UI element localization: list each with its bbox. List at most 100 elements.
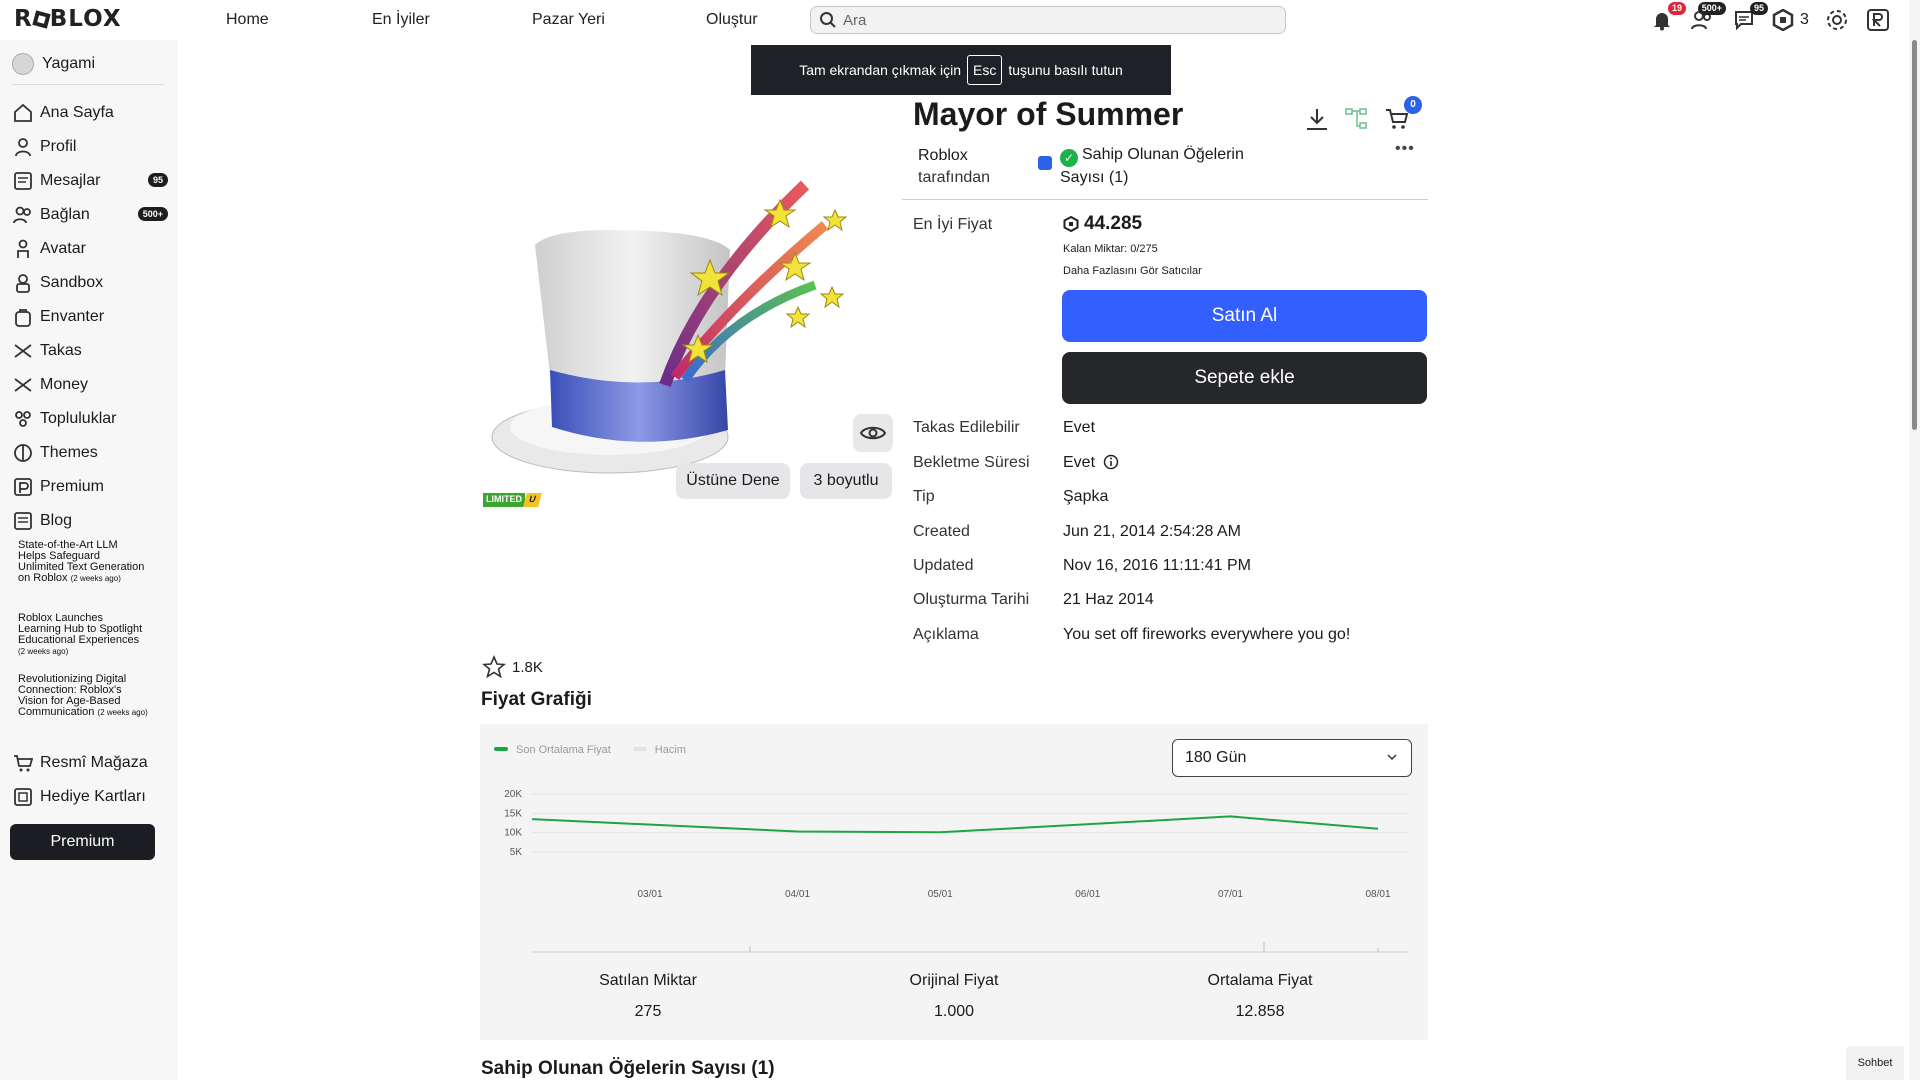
sidebar-item-label: Profil bbox=[40, 138, 77, 155]
hierarchy-icon bbox=[1345, 108, 1367, 129]
robux-button[interactable] bbox=[1769, 6, 1797, 34]
x-tick-label: 04/01 bbox=[785, 889, 810, 900]
item-description: You set off fireworks everywhere you go! bbox=[1063, 626, 1351, 643]
robux-icon bbox=[1063, 216, 1079, 232]
sidebar-item-blog[interactable]: Blog bbox=[12, 508, 162, 534]
blog-icon bbox=[14, 512, 32, 530]
sidebar-item-official-store[interactable]: Resmî Mağaza bbox=[12, 750, 162, 776]
messages-count-badge: 95 bbox=[147, 173, 168, 187]
creator-by: tarafından bbox=[918, 169, 991, 186]
detail-value: Evet bbox=[1063, 419, 1096, 436]
nav-marketplace[interactable]: Pazar Yeri bbox=[532, 11, 605, 29]
get-premium-button[interactable]: Premium bbox=[10, 824, 155, 860]
notifications-badge: 19 bbox=[1667, 2, 1686, 15]
profile-icon bbox=[15, 138, 31, 157]
sidebar-item-label: Topluluklar bbox=[40, 410, 117, 427]
y-tick-label: 15K bbox=[504, 808, 522, 819]
x-tick-label: 08/01 bbox=[1365, 889, 1390, 900]
series-line-avg-price bbox=[531, 815, 1379, 834]
cart-button[interactable]: 0 bbox=[1382, 96, 1422, 134]
sidebar-item-label: Money bbox=[40, 376, 89, 393]
scrollbar-thumb[interactable] bbox=[1912, 40, 1917, 430]
best-price-value: 44.285 bbox=[1084, 213, 1143, 234]
see-more-sellers-link[interactable]: Daha Fazlasını Gör Satıcılar bbox=[1063, 265, 1202, 277]
money-icon bbox=[14, 378, 32, 392]
sidebar-item-connect[interactable]: Bağlan 500+ bbox=[12, 202, 168, 228]
detail-value: Jun 21, 2014 2:54:28 AM bbox=[1063, 523, 1241, 540]
messages-button[interactable]: 95 bbox=[1730, 2, 1768, 34]
fullscreen-toast: Tam ekrandan çıkmak için Esc tuşunu bası… bbox=[751, 45, 1171, 95]
cart-count-badge: 0 bbox=[1404, 96, 1422, 114]
blog-post-link[interactable]: Revolutionizing Digital Connection: Robl… bbox=[18, 674, 148, 718]
avatar bbox=[12, 53, 34, 75]
sidebar-item-inventory[interactable]: Envanter bbox=[12, 304, 162, 330]
sidebar-item-premium[interactable]: Premium bbox=[12, 474, 162, 500]
sidebar-item-money[interactable]: Money bbox=[12, 372, 162, 398]
friends-badge: 500+ bbox=[1697, 2, 1726, 15]
user-profile-link[interactable]: Yagami bbox=[12, 53, 162, 75]
x-tick-label: 06/01 bbox=[1075, 889, 1100, 900]
average-price-value: 12.858 bbox=[1235, 1003, 1285, 1020]
favorite-button[interactable]: 1.8K bbox=[482, 655, 543, 679]
y-tick-label: 5K bbox=[510, 847, 523, 858]
try-on-button[interactable]: Üstüne Dene bbox=[676, 463, 790, 499]
detail-key: Created bbox=[913, 523, 970, 540]
sidebar-item-label: Themes bbox=[40, 444, 98, 461]
sidebar-item-profile[interactable]: Profil bbox=[12, 134, 162, 160]
gift-card-icon bbox=[14, 788, 32, 806]
sidebar-item-label: Bağlan bbox=[40, 206, 90, 223]
creator-info[interactable]: Roblox tarafından bbox=[918, 145, 990, 189]
chat-button[interactable]: Sohbet bbox=[1846, 1046, 1904, 1080]
sidebar-item-gift-cards[interactable]: Hediye Kartları bbox=[12, 784, 162, 810]
check-icon: ✓ bbox=[1060, 149, 1078, 167]
blog-post-link[interactable]: State-of-the-Art LLM Helps Safeguard Unl… bbox=[18, 540, 148, 584]
sidebar-item-trade[interactable]: Takas bbox=[12, 338, 162, 364]
sold-quantity-value: 275 bbox=[634, 1003, 662, 1020]
creator-name[interactable]: Roblox bbox=[918, 145, 990, 167]
sidebar-item-home[interactable]: Ana Sayfa bbox=[12, 100, 162, 126]
info-icon[interactable] bbox=[1103, 454, 1119, 470]
nav-create[interactable]: Oluştur bbox=[706, 11, 758, 29]
messages-icon bbox=[14, 172, 32, 190]
buy-button[interactable]: Satın Al bbox=[1062, 290, 1427, 342]
sidebar-item-themes[interactable]: Themes bbox=[12, 440, 162, 466]
search-bar[interactable] bbox=[810, 6, 1286, 34]
friends-button[interactable]: 500+ bbox=[1688, 2, 1726, 34]
sidebar-item-label: Hediye Kartları bbox=[40, 788, 146, 805]
top-nav-bar: R BLOX Home En İyiler Pazar Yeri Oluştur … bbox=[0, 0, 1920, 40]
nav-charts[interactable]: En İyiler bbox=[372, 11, 430, 29]
nav-home[interactable]: Home bbox=[226, 11, 269, 29]
sidebar-item-avatar[interactable]: Avatar bbox=[12, 236, 162, 262]
best-price-label: En İyi Fiyat bbox=[913, 216, 993, 233]
limited-u-badge: LIMITED U bbox=[483, 493, 542, 507]
connections-count-badge: 500+ bbox=[137, 207, 168, 221]
sidebar-item-sandbox[interactable]: Sandbox bbox=[12, 270, 162, 296]
verified-badge-icon bbox=[1038, 156, 1052, 170]
communities-icon bbox=[15, 411, 31, 427]
detail-key: Bekletme Süresi bbox=[913, 454, 1030, 471]
blog-post-link[interactable]: Roblox Launches Learning Hub to Spotligh… bbox=[18, 613, 148, 657]
3d-view-button[interactable]: 3 boyutlu bbox=[800, 463, 892, 499]
roblox-plus-button[interactable] bbox=[1864, 6, 1892, 34]
hat-image bbox=[491, 180, 848, 474]
messages-badge: 95 bbox=[1749, 2, 1768, 15]
add-to-cart-button[interactable]: Sepete ekle bbox=[1062, 352, 1427, 404]
y-tick-label: 10K bbox=[504, 828, 522, 839]
connect-icon bbox=[13, 206, 31, 224]
preview-eye-button[interactable] bbox=[853, 414, 893, 452]
detail-key: Tip bbox=[913, 488, 935, 505]
hierarchy-button[interactable] bbox=[1342, 104, 1372, 134]
settings-button[interactable] bbox=[1823, 6, 1851, 34]
sidebar-item-label: Avatar bbox=[40, 240, 86, 257]
more-options-button[interactable]: ••• bbox=[1395, 140, 1415, 158]
sidebar-item-messages[interactable]: Mesajlar 95 bbox=[12, 168, 168, 194]
sidebar-item-label: Takas bbox=[40, 342, 82, 359]
search-input[interactable] bbox=[843, 11, 1243, 29]
sidebar-item-label: Blog bbox=[40, 512, 73, 529]
page-scrollbar[interactable] bbox=[1909, 0, 1920, 1080]
notifications-button[interactable]: 19 bbox=[1648, 2, 1686, 34]
download-button[interactable] bbox=[1302, 104, 1332, 134]
price-chart-title: Fiyat Grafiği bbox=[481, 689, 592, 710]
sidebar-item-communities[interactable]: Topluluklar bbox=[12, 406, 162, 432]
roblox-logo[interactable]: R BLOX bbox=[14, 6, 122, 32]
